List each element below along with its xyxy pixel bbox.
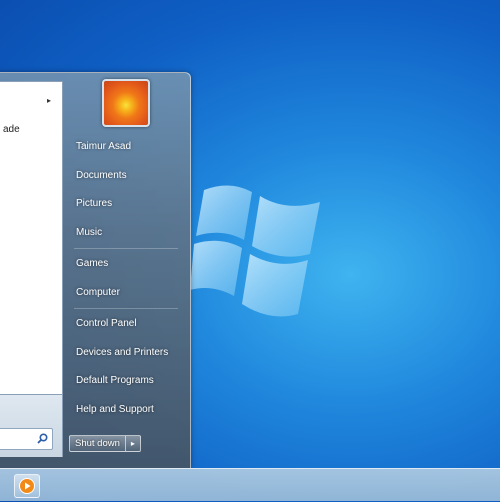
- taskbar-media-player-button[interactable]: [14, 474, 40, 498]
- submenu-arrow-icon[interactable]: ▸: [47, 96, 51, 105]
- games-link[interactable]: Games: [68, 250, 184, 279]
- shutdown-options-button[interactable]: ▸: [125, 435, 141, 452]
- windows-logo-icon: [190, 185, 320, 317]
- divider: [74, 248, 178, 249]
- taskbar: [0, 468, 500, 501]
- control-panel-link[interactable]: Control Panel: [68, 310, 184, 339]
- start-menu: ▸ ade Taimur Asad Documents Pictures Mus…: [0, 72, 191, 469]
- help-support-link[interactable]: Help and Support: [68, 396, 184, 425]
- program-item[interactable]: ade: [3, 124, 20, 135]
- programs-pane: ▸ ade: [0, 81, 63, 395]
- pictures-link[interactable]: Pictures: [68, 190, 184, 219]
- user-name-link[interactable]: Taimur Asad: [68, 133, 184, 162]
- computer-link[interactable]: Computer: [68, 279, 184, 308]
- shutdown-button[interactable]: Shut down: [69, 435, 126, 452]
- shutdown-group: Shut down ▸: [69, 435, 141, 452]
- media-player-icon: [19, 478, 35, 494]
- default-programs-link[interactable]: Default Programs: [68, 367, 184, 396]
- documents-link[interactable]: Documents: [68, 162, 184, 191]
- divider: [74, 308, 178, 309]
- devices-printers-link[interactable]: Devices and Printers: [68, 339, 184, 368]
- right-pane: Taimur Asad Documents Pictures Music Gam…: [68, 133, 184, 424]
- search-input[interactable]: [0, 428, 53, 450]
- search-icon[interactable]: [37, 433, 48, 444]
- music-link[interactable]: Music: [68, 219, 184, 248]
- user-avatar[interactable]: [102, 79, 150, 127]
